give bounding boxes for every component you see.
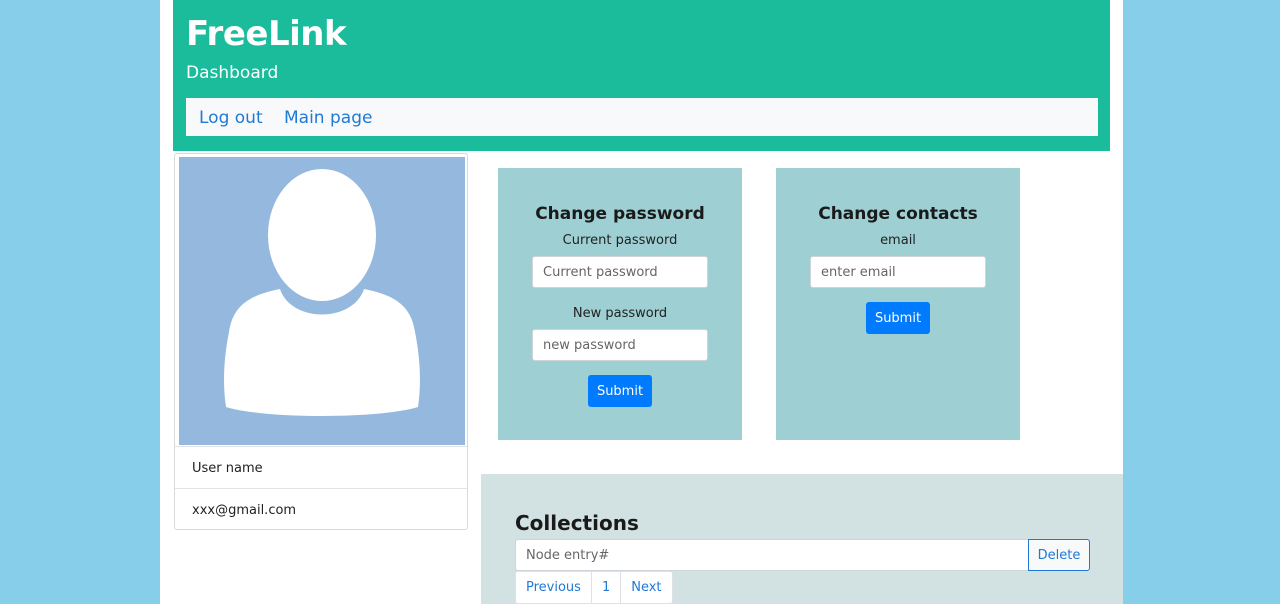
change-password-card: Change password Current password New pas… bbox=[498, 168, 742, 440]
avatar bbox=[179, 157, 465, 445]
new-password-label: New password bbox=[572, 306, 668, 321]
nav-logout-link[interactable]: Log out bbox=[199, 108, 263, 128]
nav-main-page-link[interactable]: Main page bbox=[284, 108, 372, 128]
change-password-submit-button[interactable]: Submit bbox=[588, 375, 652, 407]
profile-card: User name xxx@gmail.com bbox=[174, 153, 468, 530]
profile-email: xxx@gmail.com bbox=[192, 503, 297, 518]
node-entry-input[interactable] bbox=[515, 539, 1029, 571]
collections-title: Collections bbox=[515, 511, 639, 535]
profile-username: User name bbox=[192, 461, 263, 476]
user-silhouette-icon bbox=[224, 169, 420, 416]
email-label: email bbox=[880, 233, 916, 248]
main-container: FreeLink Dashboard Log out Main page Use… bbox=[160, 0, 1123, 604]
header: FreeLink Dashboard Log out Main page bbox=[173, 0, 1110, 151]
navbar: Log out Main page bbox=[186, 98, 1098, 136]
brand-title: FreeLink bbox=[186, 14, 347, 54]
pagination: Previous 1 Next bbox=[515, 571, 673, 604]
current-password-input[interactable] bbox=[532, 256, 708, 288]
change-contacts-submit-button[interactable]: Submit bbox=[866, 302, 930, 334]
new-password-input[interactable] bbox=[532, 329, 708, 361]
email-input[interactable] bbox=[810, 256, 986, 288]
change-password-title: Change password bbox=[535, 204, 705, 224]
profile-username-row: User name bbox=[175, 446, 467, 487]
collections-panel: Collections Delete Previous 1 Next bbox=[481, 474, 1123, 604]
change-contacts-card: Change contacts email Submit bbox=[776, 168, 1020, 440]
current-password-label: Current password bbox=[562, 233, 678, 248]
page-subtitle: Dashboard bbox=[186, 63, 279, 83]
pagination-next[interactable]: Next bbox=[620, 571, 673, 604]
change-contacts-title: Change contacts bbox=[818, 204, 978, 224]
profile-email-row: xxx@gmail.com bbox=[175, 488, 467, 529]
pagination-page-1[interactable]: 1 bbox=[590, 571, 622, 604]
pagination-previous[interactable]: Previous bbox=[515, 571, 592, 604]
delete-button[interactable]: Delete bbox=[1028, 539, 1090, 571]
